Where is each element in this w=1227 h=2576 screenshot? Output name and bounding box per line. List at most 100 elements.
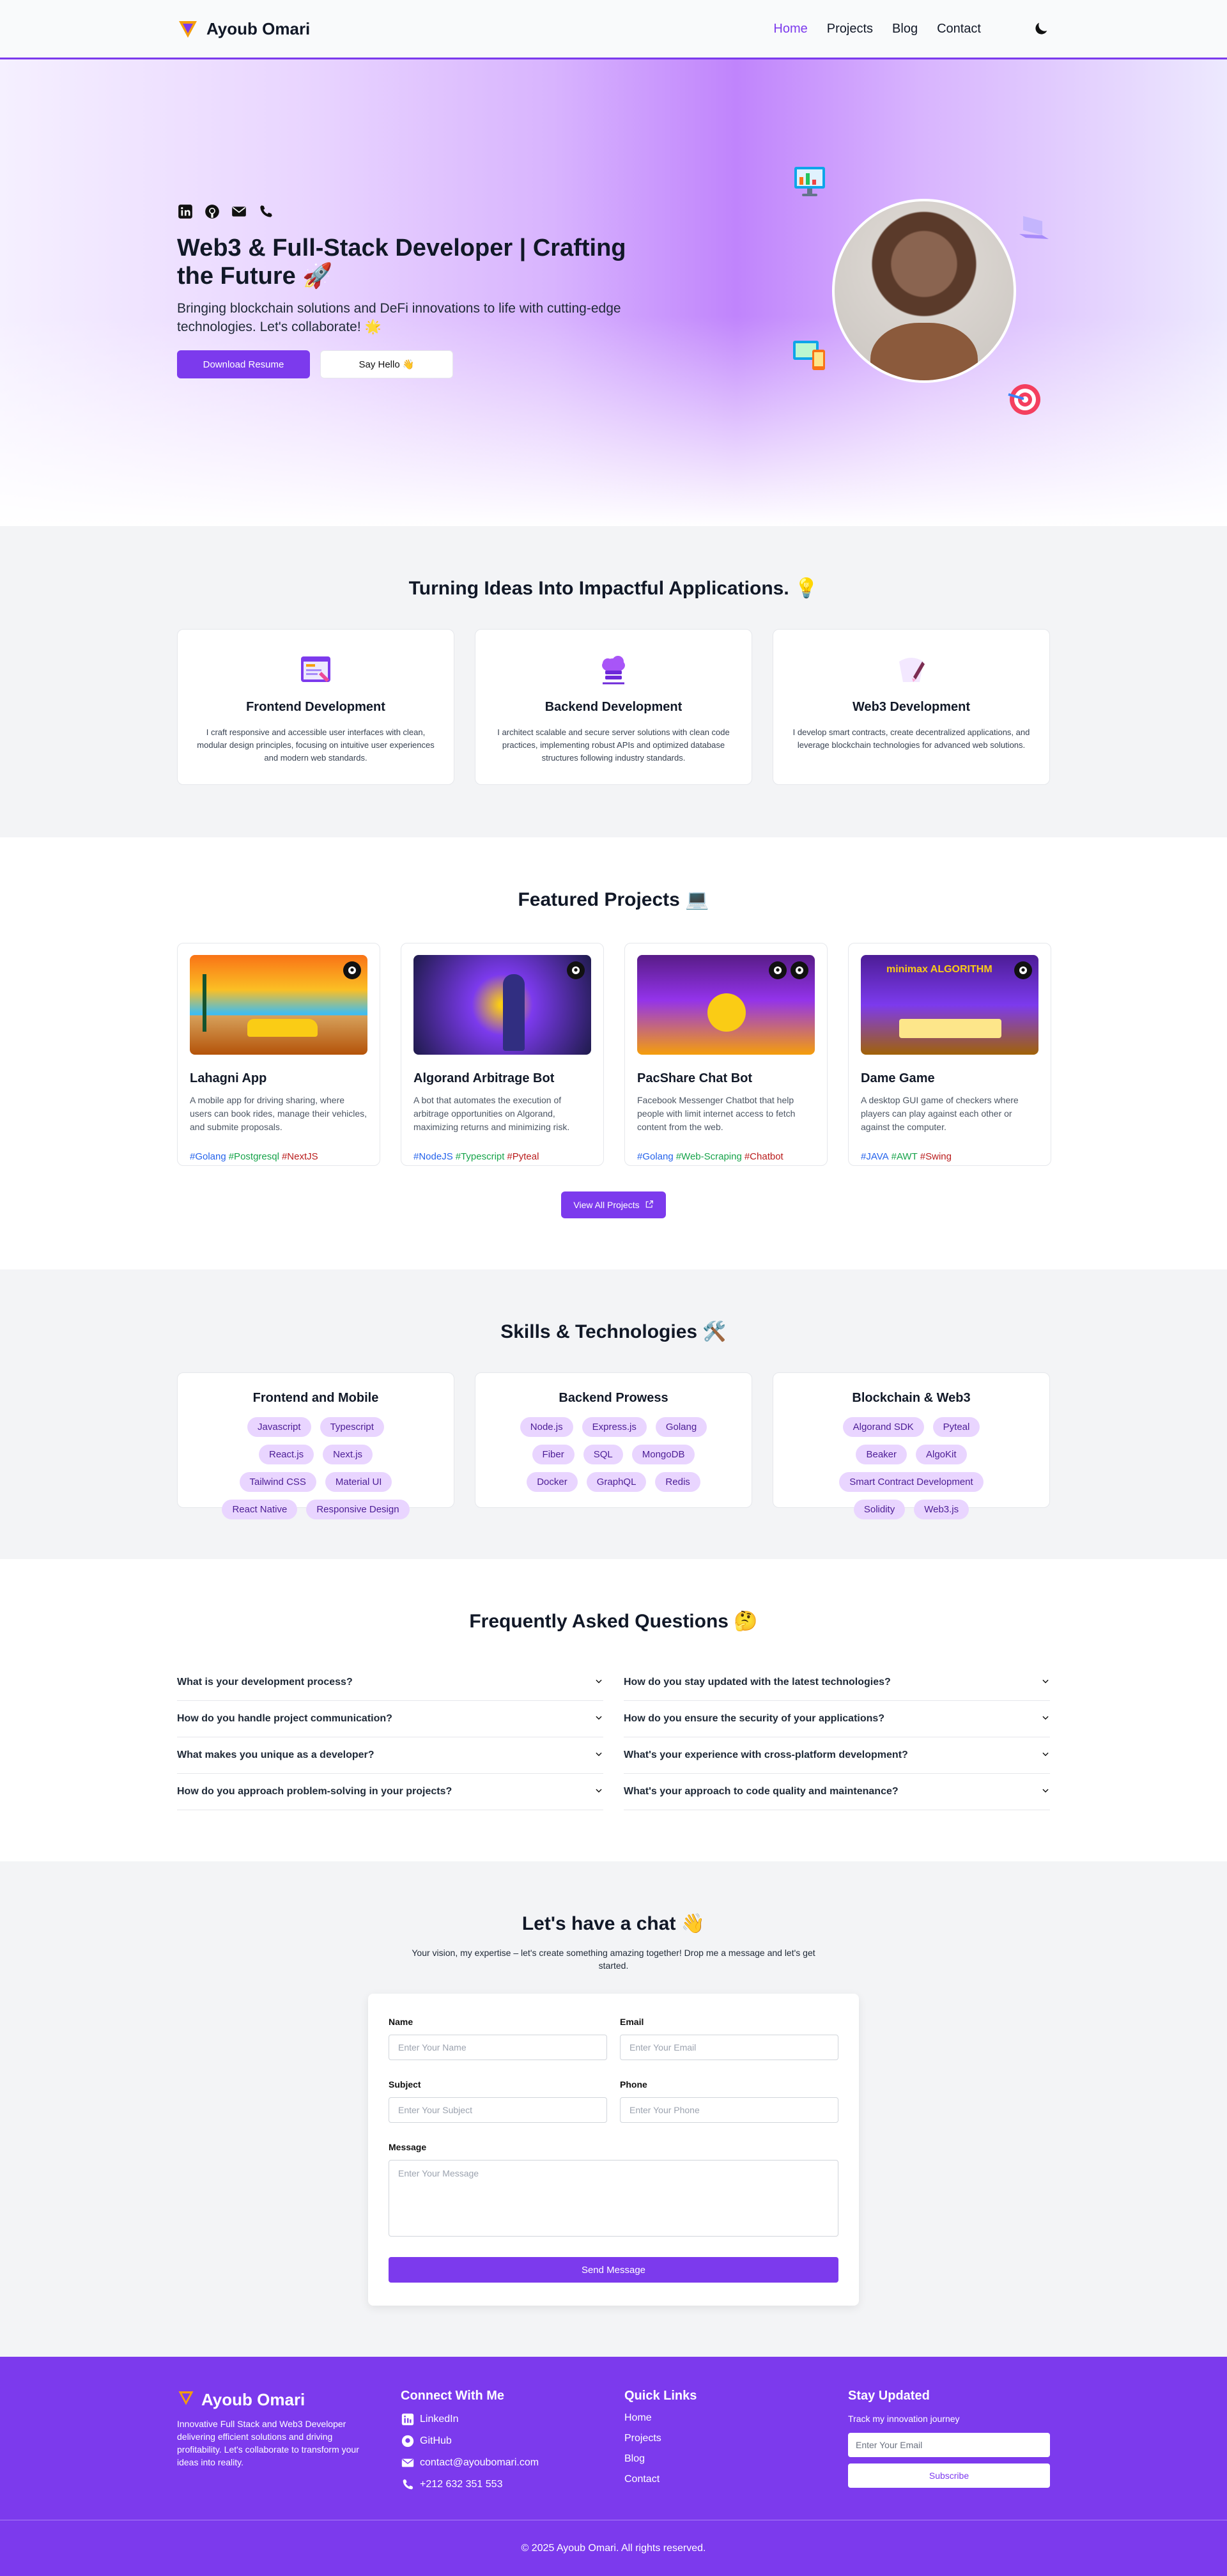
footer-link-contact[interactable]: Contact	[624, 2474, 826, 2485]
skill-group-title: Backend Prowess	[559, 1391, 668, 1405]
hero-subtitle: Bringing blockchain solutions and DeFi i…	[177, 301, 621, 334]
view-all-label: View All Projects	[573, 1200, 640, 1210]
contact-subtitle: Your vision, my expertise – let's create…	[412, 1948, 815, 1971]
github-icon[interactable]	[791, 961, 808, 979]
skill-pill: Javascript	[247, 1417, 311, 1437]
message-field[interactable]: Enter Your Message	[389, 2160, 838, 2237]
github-icon[interactable]	[204, 203, 220, 220]
faq-section: Frequently Asked Questions 🤔 What is you…	[0, 1559, 1227, 1861]
projects-section: Featured Projects 💻 Lahagni App A mobile…	[0, 837, 1227, 1269]
faq-item[interactable]: What is your development process?	[177, 1664, 603, 1701]
faq-item[interactable]: What makes you unique as a developer?	[177, 1737, 603, 1774]
footer-link-home[interactable]: Home	[624, 2412, 826, 2424]
skill-pill: Next.js	[323, 1445, 373, 1464]
skill-pill: React.js	[258, 1445, 314, 1464]
mail-icon	[401, 2456, 415, 2470]
faq-question: What makes you unique as a developer?	[177, 1750, 374, 1760]
project-card[interactable]: Lahagni App A mobile app for driving sha…	[177, 943, 380, 1166]
mail-icon[interactable]	[231, 203, 247, 220]
github-icon[interactable]	[567, 961, 585, 979]
project-tags: #NodeJS #Typescript #Pyteal	[413, 1151, 591, 1162]
project-card[interactable]: minimax ALGORITHM Dame Game A desktop GU…	[848, 943, 1051, 1166]
faq-item[interactable]: How do you ensure the security of your a…	[624, 1701, 1050, 1737]
skill-card: Frontend and Mobile Javascript Typescrip…	[177, 1372, 454, 1519]
nav-blog[interactable]: Blog	[892, 22, 918, 36]
linkedin-icon[interactable]	[177, 203, 194, 220]
phone-icon[interactable]	[258, 203, 274, 220]
skills-title: Skills & Technologies 🛠️	[500, 1321, 727, 1342]
phone-field[interactable]: Enter Your Phone	[620, 2097, 838, 2123]
footer-link-projects[interactable]: Projects	[624, 2433, 826, 2444]
tag: #NextJS	[281, 1151, 318, 1162]
service-title: Web3 Development	[852, 700, 971, 714]
faq-item[interactable]: How do you stay updated with the latest …	[624, 1664, 1050, 1701]
project-thumbnail	[637, 955, 815, 1055]
brand[interactable]: Ayoub Omari	[177, 18, 310, 40]
project-title: Dame Game	[861, 1071, 935, 1085]
skill-pill: Algorand SDK	[842, 1417, 924, 1437]
monitor-icon	[791, 162, 829, 200]
message-label: Message	[389, 2142, 427, 2152]
tag: #Golang	[637, 1151, 674, 1162]
skill-pill: Redis	[655, 1472, 700, 1492]
footer-link-blog[interactable]: Blog	[624, 2453, 826, 2465]
github-icon[interactable]	[769, 961, 787, 979]
newsletter-email-input[interactable]: Enter Your Email	[848, 2433, 1050, 2457]
phone-icon	[401, 2478, 415, 2492]
project-thumbnail	[413, 955, 591, 1055]
service-text: I craft responsive and accessible user i…	[197, 727, 435, 763]
tag: #Swing	[920, 1151, 952, 1162]
faq-item[interactable]: How do you handle project communication?	[177, 1701, 603, 1737]
subscribe-button[interactable]: Subscribe	[848, 2463, 1050, 2488]
contact-section: Let's have a chat 👋 Your vision, my expe…	[0, 1861, 1227, 2357]
linkedin-icon	[401, 2412, 415, 2426]
email-field[interactable]: Enter Your Email	[620, 2035, 838, 2060]
footer-brand[interactable]: Ayoub Omari	[177, 2389, 379, 2411]
skill-pill: Solidity	[853, 1500, 906, 1519]
nav-contact[interactable]: Contact	[937, 22, 981, 36]
laptop-icon	[1014, 210, 1053, 248]
say-hello-button[interactable]: Say Hello 👋	[320, 350, 453, 378]
logo-icon	[177, 2389, 195, 2411]
project-title: Lahagni App	[190, 1071, 267, 1085]
faq-question: How do you stay updated with the latest …	[624, 1677, 891, 1688]
faq-question: How do you handle project communication?	[177, 1713, 392, 1724]
footer-linkedin-link[interactable]: LinkedIn	[401, 2412, 603, 2426]
project-card[interactable]: Algorand Arbitrage Bot A bot that automa…	[401, 943, 604, 1166]
skill-pill: Tailwind CSS	[239, 1472, 316, 1492]
chevron-down-icon	[594, 1786, 603, 1798]
download-resume-button[interactable]: Download Resume	[177, 350, 310, 378]
chevron-down-icon	[1041, 1713, 1050, 1725]
project-card[interactable]: PacShare Chat Bot Facebook Messenger Cha…	[624, 943, 828, 1166]
project-title: Algorand Arbitrage Bot	[413, 1071, 555, 1085]
name-field[interactable]: Enter Your Name	[389, 2035, 607, 2060]
subject-field[interactable]: Enter Your Subject	[389, 2097, 607, 2123]
avatar	[832, 199, 1016, 383]
moon-icon[interactable]	[1032, 20, 1050, 38]
tag: #Typescript	[455, 1151, 505, 1162]
copyright: © 2025 Ayoub Omari. All rights reserved.	[0, 2520, 1227, 2576]
projects-title: Featured Projects 💻	[518, 889, 709, 910]
frontend-icon	[298, 653, 333, 687]
nav-home[interactable]: Home	[773, 22, 807, 36]
view-all-projects-button[interactable]: View All Projects	[561, 1191, 666, 1218]
faq-item[interactable]: What's your approach to code quality and…	[624, 1774, 1050, 1810]
footer-email-link[interactable]: contact@ayoubomari.com	[401, 2456, 603, 2470]
nav-projects[interactable]: Projects	[827, 22, 873, 36]
faq-item[interactable]: What's your experience with cross-platfo…	[624, 1737, 1050, 1774]
footer-links-title: Quick Links	[624, 2389, 697, 2403]
faq-item[interactable]: How do you approach problem-solving in y…	[177, 1774, 603, 1810]
project-desc: Facebook Messenger Chatbot that help peo…	[637, 1095, 796, 1132]
footer-link-label: +212 632 351 553	[420, 2479, 503, 2490]
footer-phone-link[interactable]: +212 632 351 553	[401, 2478, 603, 2492]
service-text: I develop smart contracts, create decent…	[792, 727, 1030, 750]
footer-github-link[interactable]: GitHub	[401, 2434, 603, 2448]
skill-pill: React Native	[222, 1500, 298, 1519]
github-icon[interactable]	[343, 961, 361, 979]
tag: #JAVA	[861, 1151, 889, 1162]
faq-question: What is your development process?	[177, 1677, 353, 1688]
send-message-button[interactable]: Send Message	[389, 2257, 838, 2283]
github-icon[interactable]	[1014, 961, 1032, 979]
project-desc: A desktop GUI game of checkers where pla…	[861, 1095, 1019, 1132]
skill-group-title: Frontend and Mobile	[252, 1391, 379, 1405]
